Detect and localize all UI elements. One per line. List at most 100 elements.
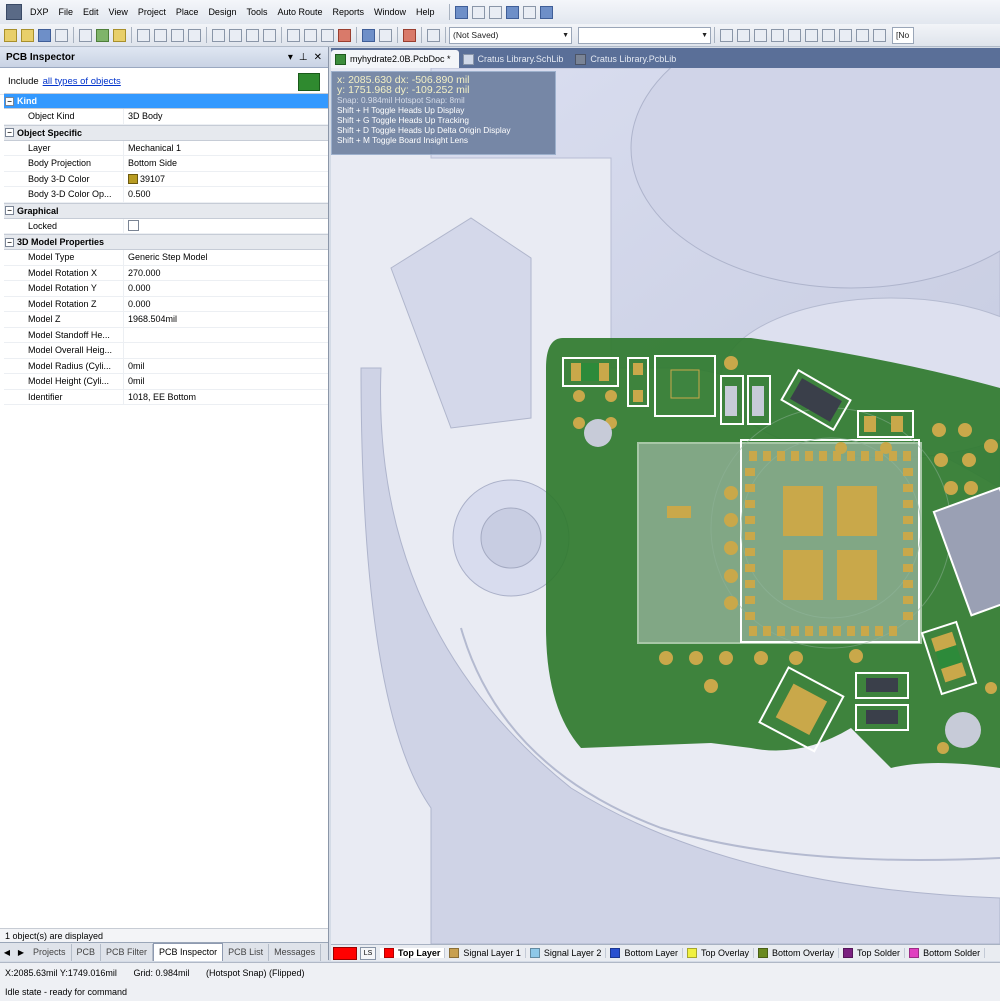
- component-icon[interactable]: [873, 28, 886, 42]
- property-row[interactable]: Model Z 1968.504mil: [4, 312, 328, 328]
- locked-checkbox[interactable]: [128, 220, 139, 232]
- collapse-icon[interactable]: −: [5, 206, 14, 215]
- dxp-app-icon[interactable]: [6, 4, 22, 20]
- collapse-icon[interactable]: −: [5, 128, 14, 137]
- property-value[interactable]: 3D Body: [124, 109, 328, 124]
- property-value[interactable]: 0mil: [124, 359, 328, 374]
- menu-edit[interactable]: Edit: [78, 0, 104, 24]
- room-icon[interactable]: [522, 5, 536, 19]
- thermal-pad[interactable]: [783, 486, 823, 536]
- layer-tab-top-layer[interactable]: Top Layer: [380, 948, 446, 958]
- layer-tab-bottom-solder[interactable]: Bottom Solder: [905, 948, 986, 958]
- route-icon[interactable]: [720, 28, 733, 42]
- align-icon[interactable]: [505, 5, 519, 19]
- open-file-icon[interactable]: [21, 28, 34, 42]
- fill-icon[interactable]: [822, 28, 835, 42]
- property-row[interactable]: Layer Mechanical 1: [4, 140, 328, 156]
- tab-scroll-right-icon[interactable]: ▶: [14, 948, 28, 957]
- layer-tab-top-overlay[interactable]: Top Overlay: [683, 948, 754, 958]
- property-value[interactable]: [124, 343, 328, 358]
- zoom-area-icon[interactable]: [154, 28, 167, 42]
- save-icon[interactable]: [38, 28, 51, 42]
- copy-icon[interactable]: [229, 28, 242, 42]
- multi-route-icon[interactable]: [754, 28, 767, 42]
- thermal-pad[interactable]: [837, 550, 877, 600]
- filter-combo[interactable]: [No: [892, 26, 914, 44]
- property-row[interactable]: Body 3-D Color Op... 0.500: [4, 187, 328, 203]
- zoom-fit-icon[interactable]: [137, 28, 150, 42]
- place-pad-icon[interactable]: [471, 5, 485, 19]
- board-3d-icon[interactable]: [79, 28, 92, 42]
- tab-pcb[interactable]: PCB: [72, 943, 102, 961]
- pad-icon[interactable]: [771, 28, 784, 42]
- tab-scroll-left-icon[interactable]: ◀: [0, 948, 14, 957]
- property-value[interactable]: 270.000: [124, 266, 328, 281]
- tab-projects[interactable]: Projects: [28, 943, 72, 961]
- property-value[interactable]: 0.500: [124, 187, 328, 202]
- zoom-filter-icon[interactable]: [188, 28, 201, 42]
- menu-view[interactable]: View: [104, 0, 133, 24]
- property-row[interactable]: Model Type Generic Step Model: [4, 250, 328, 266]
- menu-project[interactable]: Project: [133, 0, 171, 24]
- rubber-stamp-icon[interactable]: [263, 28, 276, 42]
- doc-tab-pcblib[interactable]: Cratus Library.PcbLib: [571, 50, 684, 68]
- property-value[interactable]: [124, 219, 328, 234]
- layer-set-button[interactable]: LS: [360, 946, 376, 960]
- layer-stack-icon[interactable]: [96, 28, 109, 42]
- category-3d-model-properties[interactable]: −3D Model Properties: [4, 234, 328, 250]
- menu-dxp[interactable]: DXP: [25, 0, 54, 24]
- color-swatch[interactable]: [128, 173, 138, 184]
- cut-icon[interactable]: [212, 28, 225, 42]
- variant-combo[interactable]: ▼: [578, 26, 711, 44]
- doc-tab-pcbdoc[interactable]: myhydrate2.0B.PcbDoc *: [331, 50, 459, 68]
- menu-auto-route[interactable]: Auto Route: [272, 0, 327, 24]
- property-value[interactable]: 1018, EE Bottom: [124, 390, 328, 405]
- folder-icon[interactable]: [113, 28, 126, 42]
- category-kind[interactable]: − Kind: [4, 93, 328, 109]
- saved-state-combo[interactable]: (Not Saved) ▼: [449, 26, 572, 44]
- select-connected-icon[interactable]: [321, 28, 334, 42]
- menu-window[interactable]: Window: [369, 0, 411, 24]
- property-row[interactable]: Body 3-D Color 39107: [4, 171, 328, 187]
- pcb-canvas[interactable]: [331, 68, 1000, 944]
- doc-tab-schlib[interactable]: Cratus Library.SchLib: [459, 50, 572, 68]
- thermal-pad[interactable]: [837, 486, 877, 536]
- property-row[interactable]: Model Height (Cyli... 0mil: [4, 374, 328, 390]
- print-icon[interactable]: [55, 28, 68, 42]
- undo-icon[interactable]: [362, 28, 375, 42]
- place-via-icon[interactable]: [488, 5, 502, 19]
- menu-design[interactable]: Design: [203, 0, 241, 24]
- route-interactive-icon[interactable]: [454, 5, 468, 19]
- property-row[interactable]: Model Standoff He...: [4, 327, 328, 343]
- layer-tab-signal-2[interactable]: Signal Layer 2: [526, 948, 607, 958]
- property-row[interactable]: Model Radius (Cyli... 0mil: [4, 358, 328, 374]
- layer-tab-signal-1[interactable]: Signal Layer 1: [445, 948, 526, 958]
- tab-messages[interactable]: Messages: [269, 943, 322, 961]
- pin-icon[interactable]: ⊥: [299, 52, 308, 63]
- diff-pair-icon[interactable]: [737, 28, 750, 42]
- menu-file[interactable]: File: [54, 0, 79, 24]
- category-graphical[interactable]: − Graphical: [4, 202, 328, 219]
- category-object-specific[interactable]: − Object Specific: [4, 124, 328, 141]
- property-value[interactable]: 0.000: [124, 281, 328, 296]
- layer-tab-bottom-overlay[interactable]: Bottom Overlay: [754, 948, 840, 958]
- property-value[interactable]: 0.000: [124, 297, 328, 312]
- property-value[interactable]: Bottom Side: [124, 156, 328, 171]
- zoom-selected-icon[interactable]: [171, 28, 184, 42]
- menu-place[interactable]: Place: [171, 0, 204, 24]
- move-icon[interactable]: [304, 28, 317, 42]
- property-row[interactable]: Model Overall Heig...: [4, 343, 328, 359]
- collapse-icon[interactable]: −: [5, 96, 14, 106]
- arc-icon[interactable]: [805, 28, 818, 42]
- panel-menu-icon[interactable]: ▾: [288, 52, 293, 63]
- property-value[interactable]: [124, 328, 328, 343]
- current-layer-color[interactable]: [333, 946, 357, 960]
- property-value[interactable]: 39107: [124, 172, 328, 187]
- property-row[interactable]: Model Rotation Y 0.000: [4, 281, 328, 297]
- tab-pcb-inspector[interactable]: PCB Inspector: [153, 943, 224, 961]
- property-row[interactable]: Model Rotation X 270.000: [4, 265, 328, 281]
- deselect-icon[interactable]: [338, 28, 351, 42]
- property-row[interactable]: Body Projection Bottom Side: [4, 156, 328, 172]
- tab-pcb-filter[interactable]: PCB Filter: [101, 943, 154, 961]
- menu-help[interactable]: Help: [411, 0, 440, 24]
